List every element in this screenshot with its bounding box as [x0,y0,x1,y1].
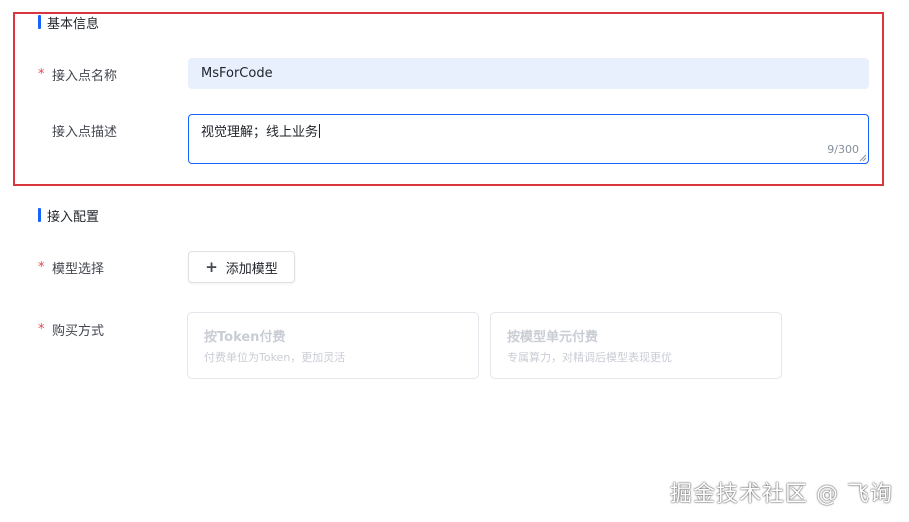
form-label-endpoint-name: * 接入点名称 [38,65,117,84]
watermark-text: 掘金技术社区 @ 飞询 [670,482,893,507]
section-title-text: 接入配置 [47,209,100,225]
required-mark: * [38,67,45,82]
form-label-model-select: * 模型选择 [38,258,104,277]
endpoint-name-input[interactable]: MsForCode [188,58,869,89]
character-counter: 9/300 [827,143,859,156]
required-mark: * [38,322,45,337]
text-caret [319,124,321,138]
purchase-option-desc: 付费单位为Token，更加灵活 [204,351,346,364]
plus-icon: + [205,257,218,276]
label-text: 模型选择 [52,262,105,277]
add-model-button-label: 添加模型 [225,261,278,277]
section-accent-bar [38,208,41,222]
textarea-value-text: 视觉理解；线上业务 [201,125,319,140]
form-label-endpoint-description: 接入点描述 [38,121,117,140]
label-text: 接入点描述 [52,125,118,140]
purchase-option-title: 按Token付费 [204,330,286,345]
textarea-value: 视觉理解；线上业务 [201,121,321,140]
section-title-text: 基本信息 [47,16,100,32]
required-mark: * [38,260,45,275]
section-title-access-config: 接入配置 [38,207,100,225]
purchase-option-title: 按模型单元付费 [507,330,599,345]
form-label-purchase-method: * 购买方式 [38,320,104,339]
add-model-button[interactable]: + 添加模型 [188,251,295,283]
purchase-option-token[interactable]: 按Token付费 付费单位为Token，更加灵活 [187,312,479,379]
label-text: 购买方式 [52,324,105,339]
label-text: 接入点名称 [52,69,118,84]
section-accent-bar [38,15,41,29]
endpoint-description-textarea[interactable]: 视觉理解；线上业务 9/300 [188,114,869,164]
resize-handle-icon[interactable] [859,154,867,162]
purchase-option-desc: 专属算力，对精调后模型表现更优 [507,351,672,364]
section-title-basic-info: 基本信息 [38,14,100,32]
purchase-option-model-unit[interactable]: 按模型单元付费 专属算力，对精调后模型表现更优 [490,312,782,379]
